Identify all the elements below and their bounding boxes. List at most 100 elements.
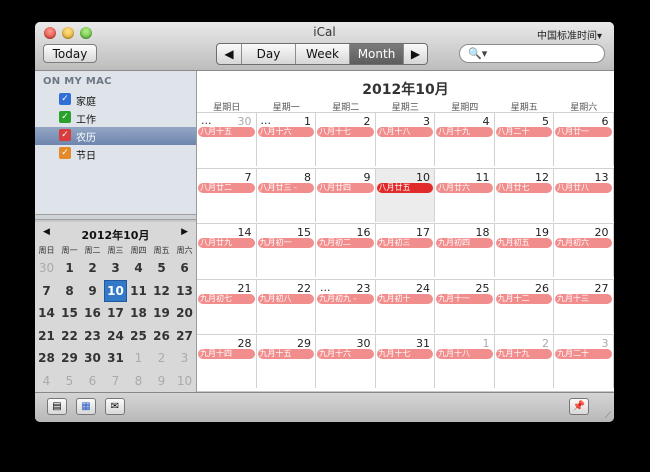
mini-day[interactable]: 15 (58, 302, 81, 324)
mini-day[interactable]: 21 (35, 325, 58, 347)
splitter[interactable] (35, 214, 196, 220)
day-cell[interactable]: 1... 八月十六 (256, 112, 316, 166)
mini-day[interactable]: 25 (127, 325, 150, 347)
checkbox[interactable]: ✓ (59, 147, 71, 159)
mini-day[interactable]: 8 (127, 370, 150, 392)
event[interactable]: 八月廿五 (376, 182, 433, 193)
day-cell[interactable]: 20 九月初六 (554, 223, 614, 277)
mini-day[interactable]: 27 (173, 325, 196, 347)
mini-day[interactable]: 10 (104, 279, 127, 302)
day-cell[interactable]: 30 九月十六 (316, 334, 376, 388)
calendar-item[interactable]: ✓ 工作 (35, 109, 196, 127)
day-cell[interactable]: 19 九月初五 (494, 223, 554, 277)
event[interactable]: 九月初一 (257, 238, 314, 248)
calendar-item[interactable]: ✓ 家庭 (35, 91, 196, 109)
mini-day[interactable]: 3 (104, 257, 127, 279)
next-button[interactable]: ▶ (404, 44, 427, 64)
more-events[interactable]: ... (320, 281, 331, 294)
mini-day[interactable]: 12 (150, 280, 173, 302)
day-cell[interactable]: 28 九月十四 (197, 334, 257, 388)
day-cell[interactable]: 31 九月十七 (375, 334, 435, 388)
event[interactable]: 八月廿二 (198, 182, 255, 193)
event[interactable]: 八月廿八 (555, 182, 612, 193)
event[interactable]: 八月廿九 (198, 238, 255, 248)
mini-day[interactable]: 19 (150, 302, 173, 324)
day-cell[interactable]: 29 九月十五 (256, 334, 316, 388)
mini-day[interactable]: 4 (127, 257, 150, 279)
mini-day[interactable]: 9 (150, 370, 173, 392)
event[interactable]: 九月十七 (376, 349, 433, 359)
month-view-button[interactable]: Month (350, 44, 404, 64)
event[interactable]: 八月廿七 (495, 182, 552, 193)
day-cell[interactable]: 23... 九月初九 - (316, 278, 376, 333)
event[interactable]: 八月二十 (495, 127, 552, 137)
event[interactable]: 九月十五 (257, 349, 314, 359)
event[interactable]: 八月十八 (376, 127, 433, 137)
search-input[interactable]: 🔍▾ (459, 44, 605, 63)
event[interactable]: 八月十七 (317, 127, 374, 137)
day-cell[interactable]: 30... 八月十五 (197, 112, 257, 166)
day-cell[interactable]: 8 八月廿三 - (256, 167, 316, 222)
event[interactable]: 八月十五 (198, 127, 255, 137)
mini-day[interactable]: 6 (173, 257, 196, 279)
mini-day[interactable]: 30 (81, 347, 104, 369)
day-cell[interactable]: 26 九月十二 (494, 278, 554, 333)
mini-day[interactable]: 8 (58, 280, 81, 302)
calendars-toggle-button[interactable]: ▤ (47, 398, 67, 415)
calendar-item[interactable]: ✓ 节日 (35, 145, 196, 163)
day-cell[interactable]: 2 九月十九 (494, 334, 554, 388)
mini-next-button[interactable]: ▶ (181, 227, 188, 237)
day-cell[interactable]: 9 八月廿四 (316, 167, 376, 222)
mini-day[interactable]: 16 (81, 302, 104, 324)
event[interactable]: 九月初四 (436, 238, 493, 248)
checkbox[interactable]: ✓ (59, 93, 71, 105)
day-cell[interactable]: 2 八月十七 (316, 112, 376, 166)
mini-day[interactable]: 2 (81, 257, 104, 279)
mini-day[interactable]: 9 (81, 280, 104, 302)
event[interactable]: 九月初三 (376, 238, 433, 248)
notifications-button[interactable]: ✉ (105, 398, 125, 415)
more-events[interactable]: ... (261, 114, 272, 127)
day-cell[interactable]: 3 九月二十 (554, 334, 614, 388)
event[interactable]: 九月十四 (198, 349, 255, 359)
day-cell[interactable]: 13 八月廿八 (554, 167, 614, 222)
mini-day[interactable]: 1 (127, 347, 150, 369)
mini-day[interactable]: 17 (104, 302, 127, 324)
mini-day[interactable]: 26 (150, 325, 173, 347)
event[interactable]: 九月十一 (436, 293, 493, 304)
today-button[interactable]: Today (43, 44, 97, 63)
mini-day[interactable]: 6 (81, 370, 104, 392)
day-cell[interactable]: 18 九月初四 (435, 223, 495, 277)
event[interactable]: 八月廿三 - (257, 182, 314, 193)
timezone-menu[interactable]: 中国标准时间▾ (537, 27, 602, 42)
day-cell[interactable]: 15 九月初一 (256, 223, 316, 277)
event[interactable]: 八月廿六 (436, 182, 493, 193)
mini-day[interactable]: 20 (173, 302, 196, 324)
day-cell[interactable]: 21 九月初七 (197, 278, 257, 333)
mini-day[interactable]: 18 (127, 302, 150, 324)
event[interactable]: 九月初七 (198, 293, 255, 304)
prev-button[interactable]: ◀ (217, 44, 242, 64)
day-cell[interactable]: 24 九月初十 (375, 278, 435, 333)
event[interactable]: 九月十二 (495, 293, 552, 304)
checkbox[interactable]: ✓ (59, 129, 71, 141)
mini-month-toggle-button[interactable]: ▦ (76, 398, 96, 415)
event[interactable]: 九月十三 (555, 293, 612, 304)
mini-day[interactable]: 4 (35, 370, 58, 392)
mini-day[interactable]: 31 (104, 347, 127, 369)
mini-day[interactable]: 11 (127, 280, 150, 302)
day-cell[interactable]: 14 八月廿九 (197, 223, 257, 277)
event[interactable]: 九月初二 (317, 238, 374, 248)
event[interactable]: 九月初八 (257, 293, 314, 304)
day-cell[interactable]: 3 八月十八 (375, 112, 435, 166)
event[interactable]: 九月初五 (495, 238, 552, 248)
mini-day[interactable]: 30 (35, 257, 58, 279)
day-cell[interactable]: 25 九月十一 (435, 278, 495, 333)
event[interactable]: 八月廿四 (317, 182, 374, 193)
day-cell[interactable]: 16 九月初二 (316, 223, 376, 277)
day-cell[interactable]: 1 九月十八 (435, 334, 495, 388)
mini-day[interactable]: 3 (173, 347, 196, 369)
day-cell[interactable]: 10 八月廿五 (375, 167, 435, 222)
event[interactable]: 八月十六 (257, 127, 314, 137)
mini-day[interactable]: 29 (58, 347, 81, 369)
